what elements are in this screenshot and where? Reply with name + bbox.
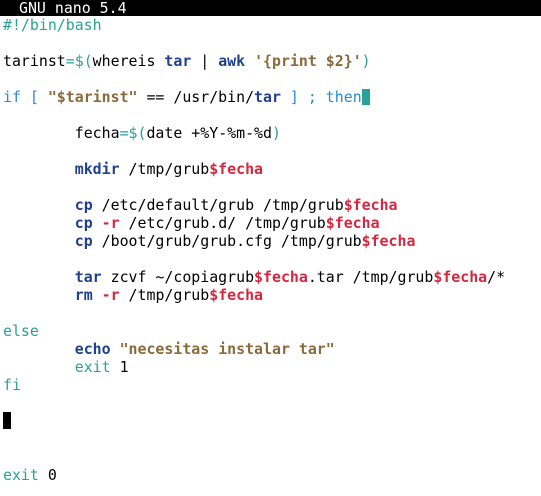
variable-ref: $fecha [209, 286, 264, 304]
code-line-1: #!/bin/bash [3, 16, 541, 34]
keyword-cp: cp [74, 232, 93, 250]
exit-code: 1 [110, 358, 129, 376]
var-name: tarinst [3, 52, 66, 70]
keyword-else: else [3, 322, 39, 340]
bracket-open: [ [20, 88, 48, 106]
keyword-cp: cp [74, 196, 93, 214]
keyword-exit: exit [74, 358, 111, 376]
cmd-text: /boot/grub/grub.cfg /tmp/grub [92, 232, 362, 250]
code-line-18: else [3, 322, 541, 340]
flag: -r [92, 286, 120, 304]
cmd-text: zcvf ~/copiagrub [101, 268, 255, 286]
code-line-5: if [ "$tarinst" == /usr/bin/tar ] ; then [3, 88, 541, 106]
variable-ref: $fecha [325, 214, 380, 232]
string-literal: "$tarinst" [47, 88, 138, 106]
shebang-comment: #!/bin/bash [3, 16, 102, 34]
code-line-3: tarinst=$(whereis tar | awk '{print $2}'… [3, 52, 541, 70]
variable-ref: $fecha [209, 160, 264, 178]
close-paren: ) [271, 124, 281, 142]
code-line-13: cp /boot/grub/grub.cfg /tmp/grub$fecha [3, 232, 541, 250]
code-line-20: exit 1 [3, 358, 541, 376]
keyword-tar: tar [164, 52, 192, 70]
cmd-text: == /usr/bin/ [137, 88, 255, 106]
editor-buffer[interactable]: #!/bin/bash tarinst=$(whereis tar | awk … [3, 16, 541, 484]
cmd-text: /tmp/grub [119, 160, 210, 178]
nano-title: GNU nano 5.4 [19, 0, 127, 17]
var-name: fecha [74, 124, 120, 142]
keyword-cp: cp [74, 214, 93, 232]
code-line-11: cp /etc/default/grub /tmp/grub$fecha [3, 196, 541, 214]
code-line-12: cp -r /etc/grub.d/ /tmp/grub$fecha [3, 214, 541, 232]
cmd-text: /etc/grub.d/ /tmp/grub [119, 214, 326, 232]
exit-code: 0 [38, 466, 57, 484]
assign-op: =$( [65, 52, 93, 70]
variable-ref: $fecha [254, 268, 308, 286]
assign-op: =$( [119, 124, 147, 142]
code-line-19: echo "necesitas instalar tar" [3, 340, 541, 358]
keyword-then: then [316, 88, 362, 106]
code-line-15: tar zcvf ~/copiagrub$fecha.tar /tmp/grub… [3, 268, 541, 286]
bracket-close: ] [280, 88, 308, 106]
variable-ref: $fecha [361, 232, 416, 250]
cmd-text: whereis [92, 52, 165, 70]
flag: -r [92, 214, 120, 232]
pipe: | [191, 52, 219, 70]
block-cursor [3, 412, 11, 429]
cmd-text: /* [487, 268, 506, 286]
code-line-9: mkdir /tmp/grub$fecha [3, 160, 541, 178]
keyword-tar: tar [74, 268, 102, 286]
string-literal: "necesitas instalar tar" [110, 340, 335, 358]
code-line-26: exit 0 [3, 466, 541, 484]
keyword-fi: fi [3, 376, 21, 394]
cmd-text: .tar /tmp/grub [307, 268, 434, 286]
keyword-awk: awk [218, 52, 246, 70]
code-line-21: fi [3, 376, 541, 394]
variable-ref: $fecha [433, 268, 488, 286]
keyword-if: if [3, 88, 21, 106]
semicolon: ; [307, 88, 317, 106]
keyword-exit: exit [3, 466, 39, 484]
string-literal: '{print $2}' [245, 52, 362, 70]
keyword-echo: echo [74, 340, 111, 358]
cmd-text: date +%Y-%m-%d [146, 124, 272, 142]
variable-ref: $fecha [343, 196, 398, 214]
cmd-text: /tmp/grub [119, 286, 210, 304]
nano-title-bar: GNU nano 5.4 [0, 0, 541, 16]
close-paren: ) [361, 52, 371, 70]
keyword-mkdir: mkdir [74, 160, 120, 178]
code-line-16: rm -r /tmp/grub$fecha [3, 286, 541, 304]
keyword-tar: tar [254, 88, 281, 106]
cmd-text: /etc/default/grub /tmp/grub [92, 196, 344, 214]
code-line-7: fecha=$(date +%Y-%m-%d) [3, 124, 541, 142]
code-line-23 [3, 412, 541, 430]
text-cursor [361, 89, 370, 105]
keyword-rm: rm [74, 286, 93, 304]
